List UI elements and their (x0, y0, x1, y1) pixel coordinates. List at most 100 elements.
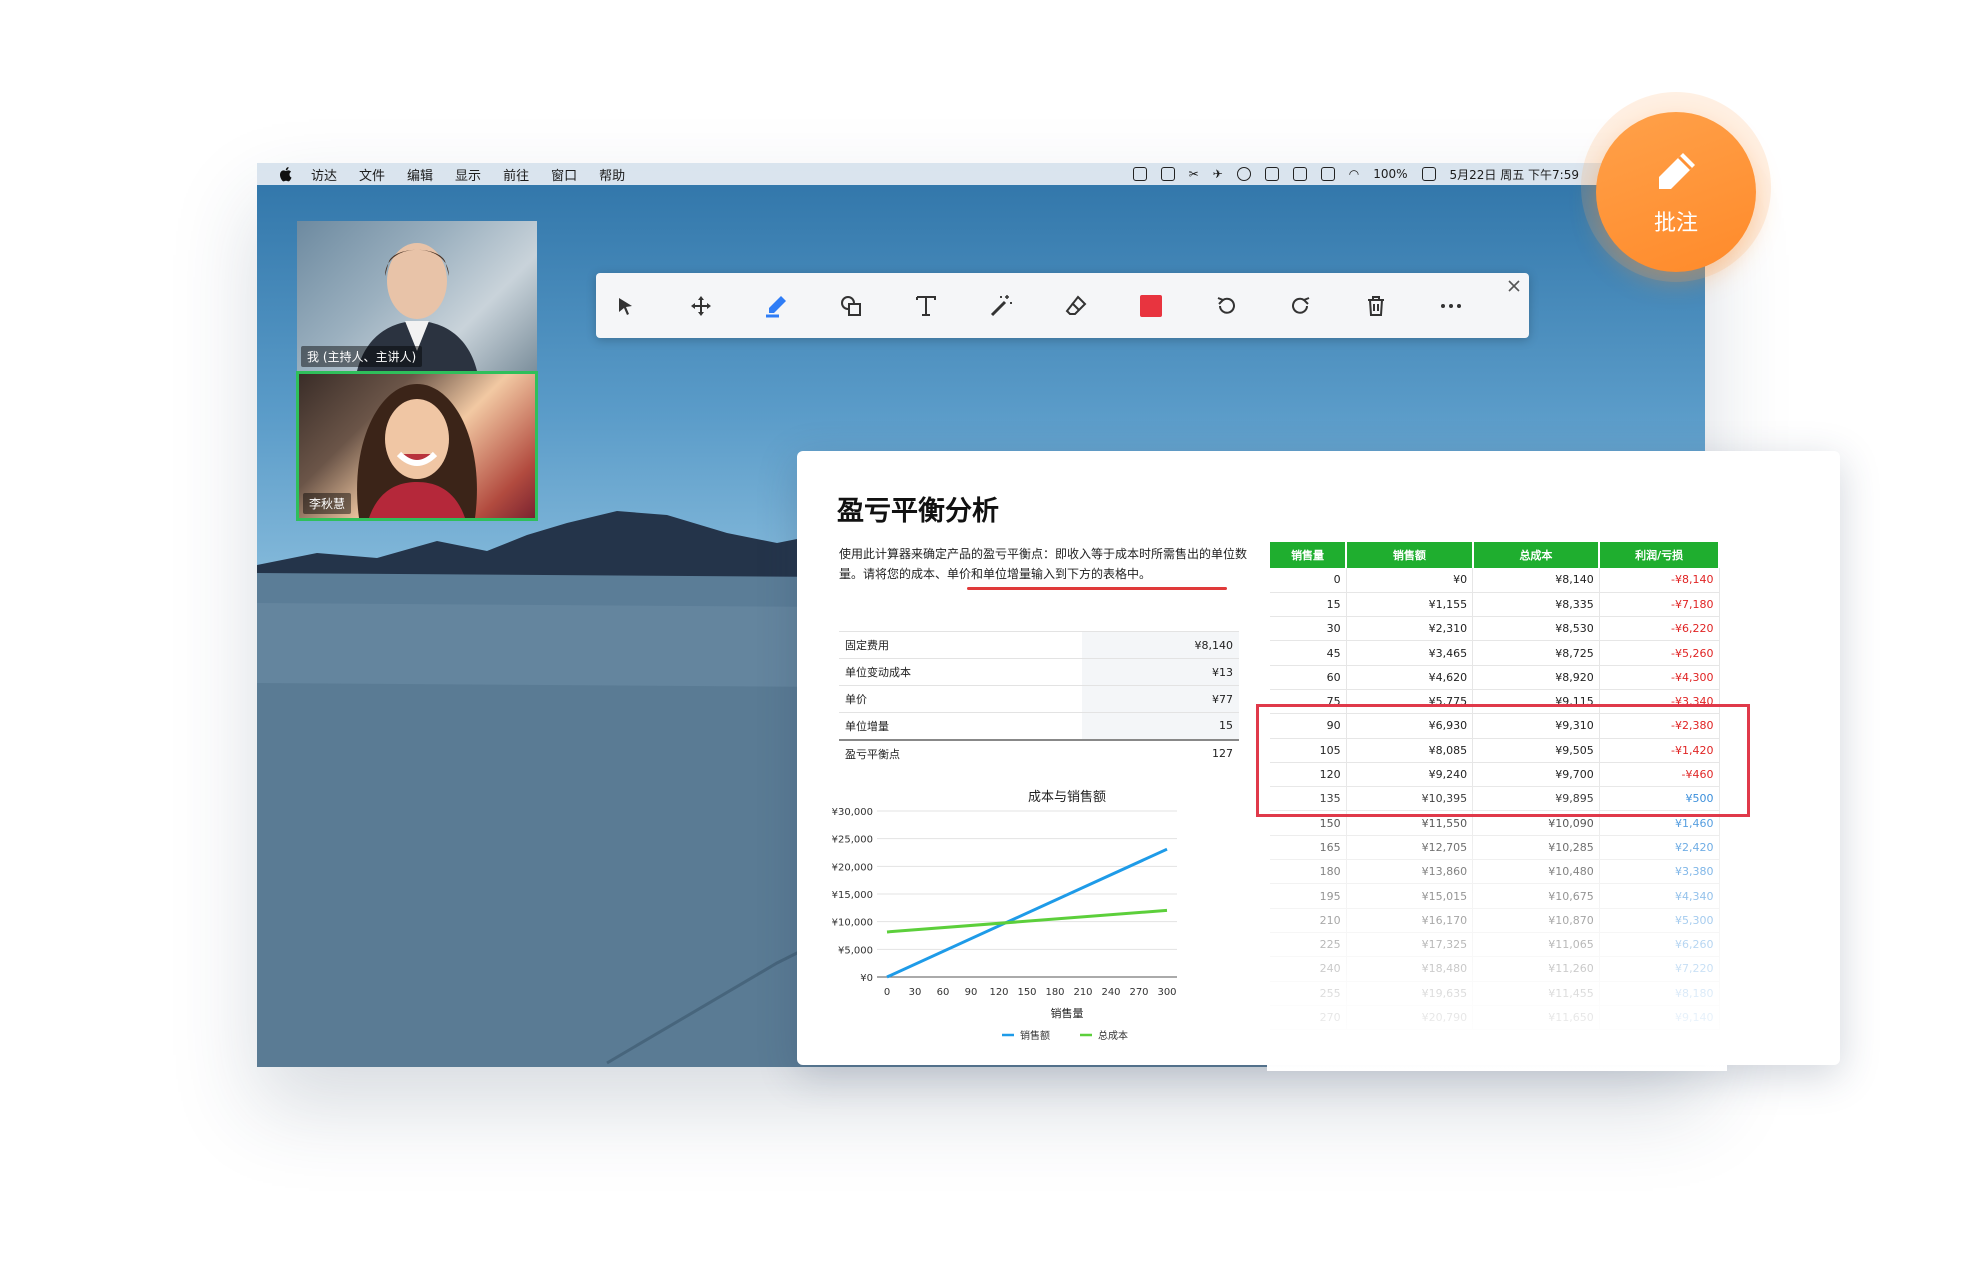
table-cell[interactable]: ¥5,775 (1346, 689, 1474, 715)
table-cell[interactable]: 90 (1270, 713, 1347, 739)
table-cell[interactable]: 135 (1270, 786, 1347, 812)
table-cell[interactable]: ¥17,325 (1346, 932, 1474, 958)
table-cell[interactable]: ¥18,480 (1346, 956, 1474, 982)
menu-item-edit[interactable]: 编辑 (407, 165, 433, 184)
table-cell[interactable]: ¥5,300 (1599, 908, 1720, 933)
table-cell[interactable]: ¥10,395 (1346, 786, 1474, 812)
quote-icon[interactable] (1160, 167, 1175, 181)
delete-button[interactable] (1361, 291, 1391, 321)
table-cell[interactable]: 165 (1270, 835, 1347, 861)
table-cell[interactable]: 210 (1270, 908, 1347, 933)
cloud-icon[interactable] (1236, 167, 1251, 181)
apple-logo-icon[interactable] (279, 166, 293, 182)
table-cell[interactable]: ¥8,530 (1472, 616, 1600, 642)
table-cell[interactable]: ¥6,930 (1346, 713, 1474, 739)
scissors-icon[interactable]: ✂ (1189, 167, 1199, 181)
input-value[interactable]: ¥77 (1081, 685, 1239, 713)
color-picker[interactable] (1136, 291, 1166, 321)
table-cell[interactable]: ¥13,860 (1346, 859, 1474, 885)
table-cell[interactable]: 75 (1270, 689, 1347, 715)
select-tool[interactable] (611, 291, 641, 321)
word-icon[interactable] (1264, 167, 1279, 181)
table-cell[interactable]: -¥5,260 (1599, 640, 1720, 666)
menu-item-window[interactable]: 窗口 (551, 165, 577, 184)
shape-tool[interactable] (836, 291, 866, 321)
table-cell[interactable]: 105 (1270, 738, 1347, 763)
table-cell[interactable]: 225 (1270, 932, 1347, 958)
table-cell[interactable]: 150 (1270, 810, 1347, 836)
table-cell[interactable]: 240 (1270, 956, 1347, 982)
table-cell[interactable]: ¥9,700 (1472, 762, 1600, 788)
table-cell[interactable]: -¥7,180 (1599, 592, 1720, 618)
annotate-button[interactable]: 批注 (1596, 112, 1756, 272)
table-cell[interactable]: ¥9,140 (1599, 1005, 1720, 1031)
pen-tool[interactable] (761, 291, 791, 321)
table-cell[interactable]: ¥11,455 (1472, 981, 1600, 1006)
table-cell[interactable]: ¥11,550 (1346, 810, 1474, 836)
input-value[interactable]: 15 (1081, 712, 1239, 740)
table-cell[interactable]: ¥2,310 (1346, 616, 1474, 642)
clock[interactable]: 5月22日 周五 下午7:59 (1450, 166, 1579, 183)
table-cell[interactable]: -¥6,220 (1599, 616, 1720, 642)
table-cell[interactable]: 15 (1270, 592, 1347, 618)
table-cell[interactable]: 120 (1270, 762, 1347, 788)
table-cell[interactable]: ¥8,335 (1472, 592, 1600, 618)
table-cell[interactable]: ¥8,085 (1346, 738, 1474, 763)
input-value[interactable]: ¥8,140 (1081, 631, 1239, 659)
table-cell[interactable]: ¥11,260 (1472, 956, 1600, 982)
table-cell[interactable]: ¥4,340 (1599, 883, 1720, 909)
table-cell[interactable]: ¥7,220 (1599, 956, 1720, 982)
menu-item-view[interactable]: 显示 (455, 165, 481, 184)
text-tool[interactable] (911, 291, 941, 321)
table-cell[interactable]: ¥4,620 (1346, 665, 1474, 690)
table-cell[interactable]: ¥16,170 (1346, 908, 1474, 933)
table-cell[interactable]: ¥19,635 (1346, 981, 1474, 1006)
table-cell[interactable]: ¥9,505 (1472, 738, 1600, 763)
close-icon[interactable] (1505, 277, 1523, 295)
more-button[interactable] (1436, 291, 1466, 321)
table-cell[interactable]: ¥15,015 (1346, 883, 1474, 909)
input-value[interactable]: ¥13 (1081, 658, 1239, 686)
table-cell[interactable]: ¥8,920 (1472, 665, 1600, 690)
eraser-tool[interactable] (1061, 291, 1091, 321)
menu-item-go[interactable]: 前往 (503, 165, 529, 184)
magic-wand-tool[interactable] (986, 291, 1016, 321)
airplane-icon[interactable]: ✈ (1213, 167, 1223, 181)
menu-item-file[interactable]: 文件 (359, 165, 385, 184)
undo-button[interactable] (1211, 291, 1241, 321)
table-cell[interactable]: ¥10,870 (1472, 908, 1600, 933)
table-cell[interactable]: 0 (1270, 568, 1347, 593)
table-cell[interactable]: ¥9,310 (1472, 713, 1600, 739)
table-cell[interactable]: 30 (1270, 616, 1347, 642)
table-cell[interactable]: ¥10,480 (1472, 859, 1600, 885)
table-cell[interactable]: ¥9,115 (1472, 689, 1600, 715)
table-cell[interactable]: ¥11,650 (1472, 1005, 1600, 1031)
table-cell[interactable]: ¥9,240 (1346, 762, 1474, 788)
redo-button[interactable] (1286, 291, 1316, 321)
table-cell[interactable]: 45 (1270, 640, 1347, 666)
table-cell[interactable]: -¥1,420 (1599, 738, 1720, 763)
table-cell[interactable]: ¥10,285 (1472, 835, 1600, 861)
table-cell[interactable]: 60 (1270, 665, 1347, 690)
table-cell[interactable]: -¥460 (1599, 762, 1720, 788)
table-cell[interactable]: ¥1,155 (1346, 592, 1474, 618)
table-cell[interactable]: ¥8,725 (1472, 640, 1600, 666)
table-cell[interactable]: ¥8,140 (1472, 568, 1600, 593)
menu-item-help[interactable]: 帮助 (599, 165, 625, 184)
table-cell[interactable]: 195 (1270, 883, 1347, 909)
table-cell[interactable]: -¥8,140 (1599, 568, 1720, 593)
table-cell[interactable]: ¥20,790 (1346, 1005, 1474, 1031)
table-cell[interactable]: ¥11,065 (1472, 932, 1600, 958)
table-cell[interactable]: ¥3,380 (1599, 859, 1720, 885)
table-cell[interactable]: ¥500 (1599, 786, 1720, 812)
battery-icon[interactable] (1421, 167, 1436, 181)
screen-record-icon[interactable] (1132, 167, 1147, 181)
table-cell[interactable]: 255 (1270, 981, 1347, 1006)
table-cell[interactable]: -¥4,300 (1599, 665, 1720, 690)
table-cell[interactable]: ¥10,090 (1472, 810, 1600, 836)
table-cell[interactable]: ¥9,895 (1472, 786, 1600, 812)
table-cell[interactable]: -¥3,340 (1599, 689, 1720, 715)
table-cell[interactable]: ¥1,460 (1599, 810, 1720, 836)
table-cell[interactable]: ¥6,260 (1599, 932, 1720, 958)
table-cell[interactable]: ¥10,675 (1472, 883, 1600, 909)
